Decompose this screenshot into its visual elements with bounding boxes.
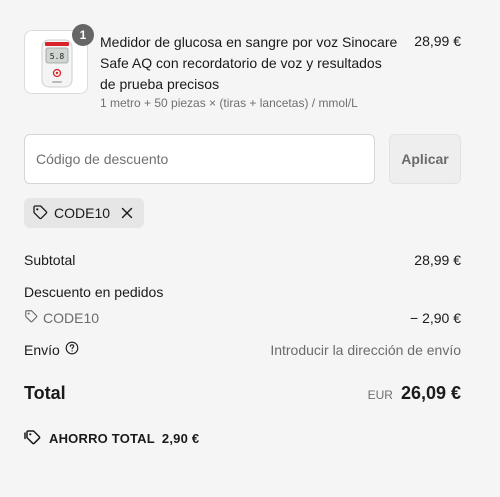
shipping-info: Envío: [24, 341, 79, 358]
product-title: Medidor de glucosa en sangre por voz Sin…: [100, 34, 398, 92]
quantity-badge: 1: [72, 24, 94, 46]
savings-label: AHORRO TOTAL: [49, 431, 155, 446]
tag-icon: [24, 309, 38, 326]
total-row: Total EUR 26,09 €: [24, 383, 461, 404]
savings-tag-icon: [24, 429, 42, 448]
discount-code-info: CODE10: [24, 309, 99, 326]
order-discount-row: Descuento en pedidos: [24, 284, 461, 300]
subtotal-label: Subtotal: [24, 252, 76, 268]
subtotal-value: 28,99 €: [414, 252, 461, 268]
discount-code-name: CODE10: [43, 309, 100, 326]
discount-code-row: CODE10 − 2,90 €: [24, 309, 461, 326]
total-label: Total: [24, 383, 66, 403]
tag-icon: [32, 204, 48, 223]
currency-code: EUR: [367, 388, 393, 402]
cart-line-item: 5.8 1 Medidor de glucosa en sangre por v…: [24, 24, 461, 110]
svg-text:5.8: 5.8: [50, 52, 65, 61]
subtotal-row: Subtotal 28,99 €: [24, 252, 461, 268]
total-value: 26,09 €: [400, 383, 461, 403]
close-icon[interactable]: [120, 206, 134, 220]
savings-value: 2,90 €: [161, 431, 200, 446]
shipping-row: Envío Introducir la dirección de envío: [24, 341, 461, 358]
total-savings: AHORRO TOTAL 2,90 €: [24, 429, 199, 448]
applied-discount-chip: CODE10: [24, 198, 145, 228]
order-discount-label: Descuento en pedidos: [24, 284, 164, 300]
shipping-label: Envío: [24, 341, 60, 358]
apply-discount-button[interactable]: Aplicar: [389, 134, 461, 184]
help-circle-icon[interactable]: [65, 341, 79, 358]
discount-code-input[interactable]: [24, 134, 375, 184]
shipping-value: Introducir la dirección de envío: [270, 341, 461, 358]
applied-code-label: CODE10: [54, 205, 111, 221]
total-amount-group: EUR 26,09 €: [368, 383, 461, 404]
product-price: 28,99 €: [414, 33, 461, 49]
product-variant: 1 metro + 50 piezas × (tiras + lancetas)…: [100, 96, 358, 110]
discount-value: − 2,90 €: [410, 309, 461, 326]
